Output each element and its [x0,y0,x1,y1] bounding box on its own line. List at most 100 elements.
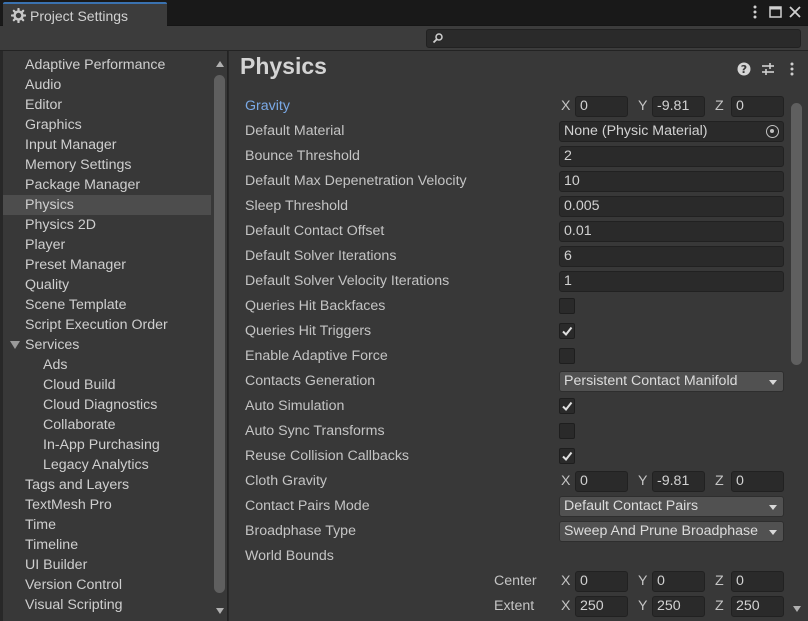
sidebar-item-label: In-App Purchasing [43,437,160,453]
sidebar-item-cloud-diagnostics[interactable]: Cloud Diagnostics [3,395,211,415]
queries-hit-backfaces-checkbox[interactable] [559,298,575,314]
sidebar-item-in-app-purchasing[interactable]: In-App Purchasing [3,435,211,455]
world-bounds-label: World Bounds [245,548,334,564]
sidebar-item-legacy-analytics[interactable]: Legacy Analytics [3,455,211,475]
sidebar-scroll-thumb[interactable] [214,75,225,593]
sidebar-item-cloud-build[interactable]: Cloud Build [3,375,211,395]
sidebar-item-adaptive-performance[interactable]: Adaptive Performance [3,55,211,75]
sidebar-item-memory-settings[interactable]: Memory Settings [3,155,211,175]
sidebar-item-input-manager[interactable]: Input Manager [3,135,211,155]
gravity-y-field[interactable]: -9.81 [652,96,705,117]
enable-adaptive-force-checkbox[interactable] [559,348,575,364]
sidebar-item-package-manager[interactable]: Package Manager [3,175,211,195]
y-axis-label[interactable]: Y [638,471,650,492]
sidebar-item-physics-2d[interactable]: Physics 2D [3,215,211,235]
center-z-field[interactable]: 0 [731,571,784,592]
contact-offset-field[interactable]: 0.01 [559,221,784,242]
kebab-menu-icon[interactable] [748,4,762,20]
y-axis-label[interactable]: Y [638,571,650,592]
max-depenetration-field[interactable]: 10 [559,171,784,192]
x-axis-label[interactable]: X [561,471,573,492]
sidebar-item-script-execution-order[interactable]: Script Execution Order [3,315,211,335]
sidebar-item-audio[interactable]: Audio [3,75,211,95]
main-scroll-thumb[interactable] [791,103,802,365]
solver-velocity-iterations-field[interactable]: 1 [559,271,784,292]
sidebar-scrollbar[interactable] [211,51,227,621]
sidebar-item-label: Visual Scripting [25,597,123,613]
expand-caret-icon[interactable] [10,341,20,349]
page-title: Physics [240,53,327,79]
sidebar-item-scene-template[interactable]: Scene Template [3,295,211,315]
cloth-gravity-z-field[interactable]: 0 [731,471,784,492]
z-axis-label[interactable]: Z [715,571,727,592]
broadphase-type-value: Sweep And Prune Broadphase [564,523,759,539]
preset-icon[interactable] [760,61,776,77]
search-input[interactable] [426,29,801,48]
center-y-field[interactable]: 0 [652,571,705,592]
object-picker-icon[interactable] [766,125,779,138]
sidebar-item-player[interactable]: Player [3,235,211,255]
sidebar-item-editor[interactable]: Editor [3,95,211,115]
sidebar-item-graphics[interactable]: Graphics [3,115,211,135]
z-axis-label[interactable]: Z [715,596,727,617]
main-scrollbar[interactable] [789,95,805,621]
sidebar-item-label: Cloud Build [43,377,116,393]
x-axis-label[interactable]: X [561,571,573,592]
reuse-collision-callbacks-label: Reuse Collision Callbacks [245,448,410,464]
sidebar-item-label: Version Control [25,577,122,593]
sidebar-item-timeline[interactable]: Timeline [3,535,211,555]
sleep-threshold-field[interactable]: 0.005 [559,196,784,217]
auto-sync-transforms-checkbox[interactable] [559,423,575,439]
x-axis-label[interactable]: X [561,96,573,117]
default-material-field[interactable]: None (Physic Material) [559,121,784,142]
scroll-down-arrow-icon[interactable] [793,606,801,612]
x-axis-label[interactable]: X [561,596,573,617]
sidebar-item-ui-builder[interactable]: UI Builder [3,555,211,575]
sidebar-item-quality[interactable]: Quality [3,275,211,295]
gravity-z-field[interactable]: 0 [731,96,784,117]
contact-offset-label: Default Contact Offset [245,223,385,239]
sidebar-item-textmesh-pro[interactable]: TextMesh Pro [3,495,211,515]
contact-pairs-mode-dropdown[interactable]: Default Contact Pairs [559,496,784,517]
solver-iterations-field[interactable]: 6 [559,246,784,267]
z-axis-label[interactable]: Z [715,471,727,492]
world-bounds-center-field: X 0 Y 0 Z 0 [559,571,784,592]
y-axis-label[interactable]: Y [638,596,650,617]
bounce-threshold-field[interactable]: 2 [559,146,784,167]
sidebar-item-preset-manager[interactable]: Preset Manager [3,255,211,275]
z-axis-label[interactable]: Z [715,96,727,117]
sidebar-item-collaborate[interactable]: Collaborate [3,415,211,435]
cloth-gravity-y-field[interactable]: -9.81 [652,471,705,492]
auto-simulation-checkbox[interactable] [559,398,575,414]
sidebar-item-version-control[interactable]: Version Control [3,575,211,595]
kebab-menu-icon[interactable] [784,61,800,77]
extent-x-field[interactable]: 250 [575,596,628,617]
extent-y-field[interactable]: 250 [652,596,705,617]
sidebar-item-label: TextMesh Pro [25,497,112,513]
enable-adaptive-force-label: Enable Adaptive Force [245,348,388,364]
y-axis-label[interactable]: Y [638,96,650,117]
sidebar-item-time[interactable]: Time [3,515,211,535]
solver-velocity-iterations-label: Default Solver Velocity Iterations [245,273,450,289]
maximize-icon[interactable] [768,4,782,20]
help-icon[interactable]: ? [736,61,752,77]
broadphase-type-dropdown[interactable]: Sweep And Prune Broadphase [559,521,784,542]
gravity-x-field[interactable]: 0 [575,96,628,117]
sidebar-item-physics[interactable]: Physics [3,195,211,215]
world-bounds-extent-label: Extent [494,598,535,614]
close-icon[interactable] [788,4,802,20]
scroll-down-arrow-icon[interactable] [216,608,224,614]
extent-z-field[interactable]: 250 [731,596,784,617]
sidebar-item-ads[interactable]: Ads [3,355,211,375]
default-material-label: Default Material [245,123,345,139]
sidebar-item-visual-scripting[interactable]: Visual Scripting [3,595,211,615]
contacts-generation-dropdown[interactable]: Persistent Contact Manifold [559,371,784,392]
center-x-field[interactable]: 0 [575,571,628,592]
scroll-up-arrow-icon[interactable] [216,61,224,67]
reuse-collision-callbacks-checkbox[interactable] [559,448,575,464]
sidebar-item-services[interactable]: Services [3,335,211,355]
project-settings-tab[interactable]: Project Settings [3,2,167,27]
queries-hit-triggers-checkbox[interactable] [559,323,575,339]
sidebar-item-tags-and-layers[interactable]: Tags and Layers [3,475,211,495]
cloth-gravity-x-field[interactable]: 0 [575,471,628,492]
